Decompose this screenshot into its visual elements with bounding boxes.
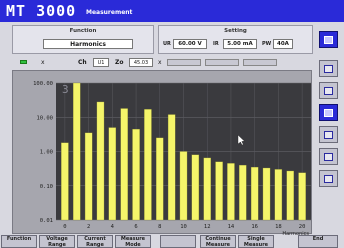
x-tick-label: 12 <box>204 224 211 230</box>
softkey-7[interactable]: Single Measure <box>238 235 274 248</box>
harmonic-bar <box>120 108 128 221</box>
indicator-slot-1 <box>167 59 201 66</box>
harmonic-bar <box>96 101 105 221</box>
softkey-label-line1: Function <box>6 236 32 242</box>
voltage-range-tag: UR <box>163 41 171 47</box>
function-panel-title: Function <box>69 28 97 34</box>
softkey-label-line2: Range <box>48 241 66 248</box>
x-tick-label: 8 <box>158 224 161 230</box>
y-tick-label: 1.00 <box>40 150 53 156</box>
title-bar: MT 3000 Measurement <box>0 0 344 22</box>
x-tick-label: 16 <box>251 224 258 230</box>
harmonic-bar <box>215 161 223 221</box>
clamp-value[interactable]: 40A <box>273 39 293 49</box>
x-tick-label: 6 <box>134 224 137 230</box>
softkey-1[interactable]: Function <box>1 235 37 248</box>
x-tick-label: 2 <box>87 224 90 230</box>
indicator-slot-3 <box>243 59 277 66</box>
softkey-2[interactable]: Voltage Range <box>39 235 75 248</box>
x-marker-2: x <box>158 59 162 66</box>
side-button-1[interactable] <box>319 31 338 48</box>
settings-icon <box>324 175 333 183</box>
softkey-6[interactable]: Continue Measure <box>200 235 236 248</box>
printer-icon <box>324 153 333 161</box>
x-marker: x <box>41 59 45 66</box>
harmonic-bar <box>298 172 306 221</box>
x-tick-label: 18 <box>275 224 282 230</box>
app-subtitle: Measurement <box>86 9 133 16</box>
cursor-number-label: 3 <box>62 83 69 96</box>
harmonic-bar <box>84 132 93 221</box>
softkey-label-line1: End <box>312 236 324 242</box>
harmonic-bar <box>227 163 235 221</box>
harmonic-bar <box>108 127 117 221</box>
harmonic-bar <box>156 137 164 221</box>
x-tick-label: 4 <box>111 224 115 230</box>
harmonic-bar <box>274 169 283 221</box>
side-button-5[interactable] <box>319 126 338 143</box>
harmonics-icon <box>324 36 333 44</box>
harmonic-bar <box>203 157 211 221</box>
x-tick-label: 20 <box>299 224 306 230</box>
chart-frame: 100.00 10.00 1.00 0.10 0.01 0 2 4 6 8 10 12 14 16 18 20… <box>12 70 312 235</box>
harmonic-bar <box>167 114 176 221</box>
harmonic-bar <box>262 167 271 221</box>
harmonic-bar <box>144 109 152 221</box>
indicator-slot-2 <box>205 59 239 66</box>
harmonic-bar <box>239 164 247 221</box>
scope-icon <box>324 109 333 117</box>
y-tick-label: 100.00 <box>33 81 53 87</box>
channel-select[interactable]: U1 <box>93 58 109 67</box>
function-value[interactable]: Harmonics <box>43 39 133 49</box>
setting-panel: Setting UR 60.00 V IR 5.00 mA PW 40A <box>158 25 313 54</box>
harmonic-bar <box>250 166 259 221</box>
side-button-4[interactable] <box>319 104 338 121</box>
softkey-4[interactable]: Measure Mode <box>115 235 151 248</box>
function-panel: Function Harmonics <box>12 25 154 54</box>
table-icon <box>324 87 333 95</box>
side-button-7[interactable] <box>319 170 338 187</box>
side-button-2[interactable] <box>319 60 338 77</box>
clamp-tag: PW <box>262 41 272 47</box>
side-button-3[interactable] <box>319 82 338 99</box>
softkey-label-line2: Mode <box>125 241 141 248</box>
cursor-icon <box>324 131 333 139</box>
harmonic-bar <box>179 151 188 221</box>
current-range-tag: IR <box>213 41 219 47</box>
softkey-label-line2: Measure <box>205 241 231 248</box>
x-tick-label: 10 <box>180 224 187 230</box>
harmonic-bar <box>61 142 69 221</box>
harmonic-bar <box>286 170 294 221</box>
zoom-value[interactable]: 45.03 <box>129 58 153 67</box>
app-title: MT 3000 <box>6 2 77 20</box>
harmonic-bar <box>73 82 81 221</box>
status-led-icon <box>20 60 27 64</box>
voltage-range-value[interactable]: 60.00 V <box>173 39 207 49</box>
current-range-value[interactable]: 5.00 mA <box>223 39 257 49</box>
softkey-label-line2: Measure <box>243 241 269 248</box>
channel-label: Ch <box>78 59 87 66</box>
side-button-6[interactable] <box>319 148 338 165</box>
y-tick-label: 10.00 <box>36 115 53 121</box>
y-tick-label: 0.01 <box>40 218 53 224</box>
softkey-8[interactable]: End <box>298 235 338 248</box>
y-tick-label: 0.10 <box>40 184 53 190</box>
zoom-label: Zo <box>115 59 124 66</box>
softkey-label-line2: Range <box>86 241 104 248</box>
setting-panel-title: Setting <box>224 28 247 34</box>
x-tick-label: 0 <box>63 224 66 230</box>
x-tick-label: 14 <box>228 224 235 230</box>
control-row: x Ch U1 Zo 45.03 x <box>12 58 312 68</box>
graph-icon <box>324 65 333 73</box>
harmonic-bar <box>191 154 200 221</box>
softkey-5[interactable] <box>160 235 196 248</box>
harmonics-chart: 100.00 10.00 1.00 0.10 0.01 0 2 4 6 8 10 12 14 16 18 20… <box>33 81 311 235</box>
harmonic-bar <box>132 128 140 221</box>
softkey-3[interactable]: Current Range <box>77 235 113 248</box>
